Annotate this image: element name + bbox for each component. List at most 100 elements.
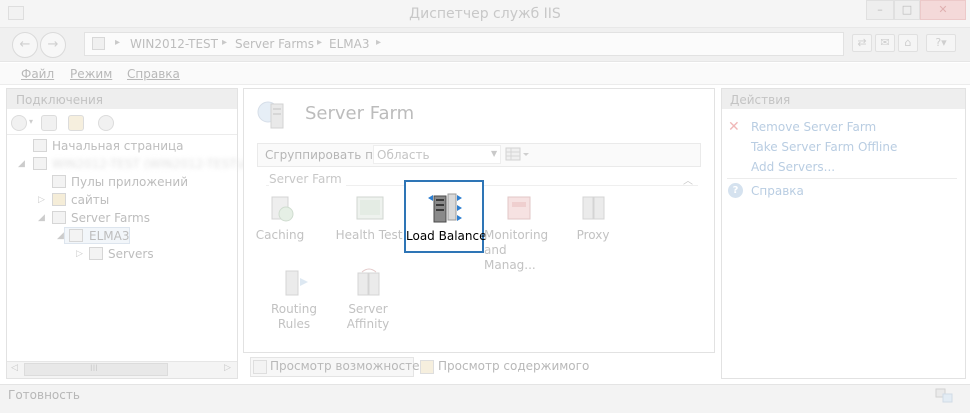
up-folder-icon[interactable] <box>68 115 84 131</box>
section-header: Server Farm <box>269 172 346 186</box>
connections-title: Подключения <box>16 93 104 107</box>
health-test-icon <box>356 196 384 220</box>
menu-help[interactable]: Справка <box>127 67 180 81</box>
help-dropdown-button[interactable]: ?▾ <box>926 34 956 52</box>
minimize-icon: – <box>877 3 883 16</box>
home-button[interactable]: ⌂ <box>898 34 918 52</box>
status-bar <box>0 384 970 413</box>
monitoring-icon <box>507 196 531 220</box>
feature-label: Proxy <box>576 228 610 242</box>
breadcrumb-elma3[interactable]: ELMA3 <box>329 37 369 51</box>
breadcrumb-separator-icon: ▸ <box>115 37 121 48</box>
tree-item-server-farms[interactable]: Server Farms <box>71 211 150 225</box>
server-affinity-icon <box>357 268 380 296</box>
collapse-arrow-icon[interactable]: ◢ <box>57 231 64 241</box>
disconnect-icon[interactable] <box>98 115 114 131</box>
content-view-icon <box>420 360 434 374</box>
back-arrow-icon: ← <box>19 37 31 52</box>
feature-caching[interactable]: Caching <box>242 194 318 246</box>
expand-arrow-icon[interactable]: ▷ <box>76 249 83 259</box>
refresh-icon: ⇄ <box>857 36 867 49</box>
tab-content-view[interactable]: Просмотр содержимого <box>438 359 589 373</box>
tree-item-start-page[interactable]: Начальная страница <box>52 139 184 153</box>
expand-arrow-icon[interactable]: ▷ <box>38 195 45 205</box>
stop-button[interactable]: ✉ <box>875 34 895 52</box>
group-by-label: Сгруппировать по: <box>265 148 385 162</box>
app-pools-icon <box>52 175 66 188</box>
status-text: Готовность <box>8 388 80 402</box>
feature-label: Health Test <box>335 228 403 242</box>
feature-label: Load Balance <box>406 229 487 243</box>
feature-label: Monitoring and Manag... <box>484 228 549 272</box>
back-button[interactable]: ← <box>12 32 38 58</box>
caching-icon <box>271 196 294 222</box>
action-add-servers[interactable]: Add Servers... <box>751 160 835 174</box>
help-icon: ? <box>728 183 743 198</box>
breadcrumb-separator-icon: ▸ <box>222 37 228 48</box>
connect-dropdown-icon[interactable]: ▾ <box>29 117 33 126</box>
group-by-value: Область <box>377 148 430 162</box>
tree-item-app-pools[interactable]: Пулы приложений <box>71 175 188 189</box>
features-view-icon <box>253 360 267 374</box>
menu-mode[interactable]: Режим <box>70 67 112 81</box>
action-remove-server-farm[interactable]: Remove Server Farm <box>751 120 876 134</box>
feature-server-affinity[interactable]: Server Affinity <box>330 268 406 332</box>
tree-item-elma3[interactable]: ELMA3 <box>89 229 129 243</box>
maximize-button[interactable]: □ <box>894 0 920 20</box>
save-icon[interactable] <box>41 115 57 131</box>
menu-help-label: Справка <box>127 67 180 81</box>
routing-rules-icon <box>285 270 308 296</box>
breadcrumb-server[interactable]: WIN2012-TEST <box>130 37 218 51</box>
actions-divider <box>727 178 957 179</box>
server-farm-icon <box>69 229 83 242</box>
server-node-icon <box>33 157 47 170</box>
menu-file[interactable]: Файл <box>21 67 54 81</box>
refresh-button[interactable]: ⇄ <box>852 34 872 52</box>
maximize-icon: □ <box>901 3 913 16</box>
menu-mode-label: Режим <box>70 67 113 81</box>
actions-title: Действия <box>730 93 791 107</box>
tab-features-view-label: Просмотр возможностей <box>270 359 428 373</box>
scrollbar-grip: III <box>90 364 98 374</box>
proxy-icon <box>582 196 605 220</box>
stop-icon: ✉ <box>880 36 890 49</box>
minimize-button[interactable]: – <box>866 0 894 20</box>
action-take-offline[interactable]: Take Server Farm Offline <box>751 140 897 154</box>
remove-icon: ✕ <box>728 119 740 135</box>
breadcrumb-separator-icon: ▸ <box>376 37 382 48</box>
server-icon <box>92 37 105 50</box>
breadcrumb-separator-icon: ▸ <box>317 37 323 48</box>
tree-item-sites[interactable]: сайты <box>71 193 109 207</box>
feature-label: Routing Rules <box>270 302 317 331</box>
feature-label: Caching <box>255 228 305 242</box>
connect-globe-icon[interactable] <box>11 115 27 131</box>
feature-proxy[interactable]: Proxy <box>555 194 631 246</box>
close-icon: ✕ <box>938 3 948 16</box>
close-button[interactable]: ✕ <box>920 0 966 20</box>
load-balance-icon <box>428 193 462 223</box>
action-help[interactable]: Справка <box>751 184 804 198</box>
forward-arrow-icon: → <box>47 37 59 52</box>
breadcrumb-server-farms[interactable]: Server Farms <box>235 37 314 51</box>
forward-button[interactable]: → <box>40 32 66 58</box>
window-title: Диспетчер служб IIS <box>409 6 561 22</box>
chevron-down-icon: ▼ <box>491 149 498 158</box>
scroll-right-icon[interactable]: ▷ <box>224 363 231 373</box>
feature-health-test[interactable]: Health Test <box>331 194 407 246</box>
server-farm-large-icon <box>257 101 284 129</box>
feature-monitoring[interactable]: Monitoring and Manag... <box>480 194 556 272</box>
collapse-arrow-icon[interactable]: ◢ <box>18 159 25 169</box>
collapse-arrow-icon[interactable]: ◢ <box>38 213 45 223</box>
servers-icon <box>89 247 103 260</box>
network-status-icon <box>935 388 953 403</box>
tree-item-servers[interactable]: Servers <box>108 247 154 261</box>
collapse-section-icon[interactable]: ︿ <box>683 172 693 187</box>
server-farms-icon <box>52 211 66 224</box>
sites-folder-icon <box>52 193 66 206</box>
feature-load-balance[interactable]: Load Balance <box>404 180 487 253</box>
view-mode-icon[interactable] <box>505 146 531 163</box>
menu-file-label: Файл <box>21 67 55 81</box>
scroll-left-icon[interactable]: ◁ <box>11 363 18 373</box>
home-icon: ⌂ <box>904 36 912 49</box>
feature-routing-rules[interactable]: Routing Rules <box>256 268 332 332</box>
